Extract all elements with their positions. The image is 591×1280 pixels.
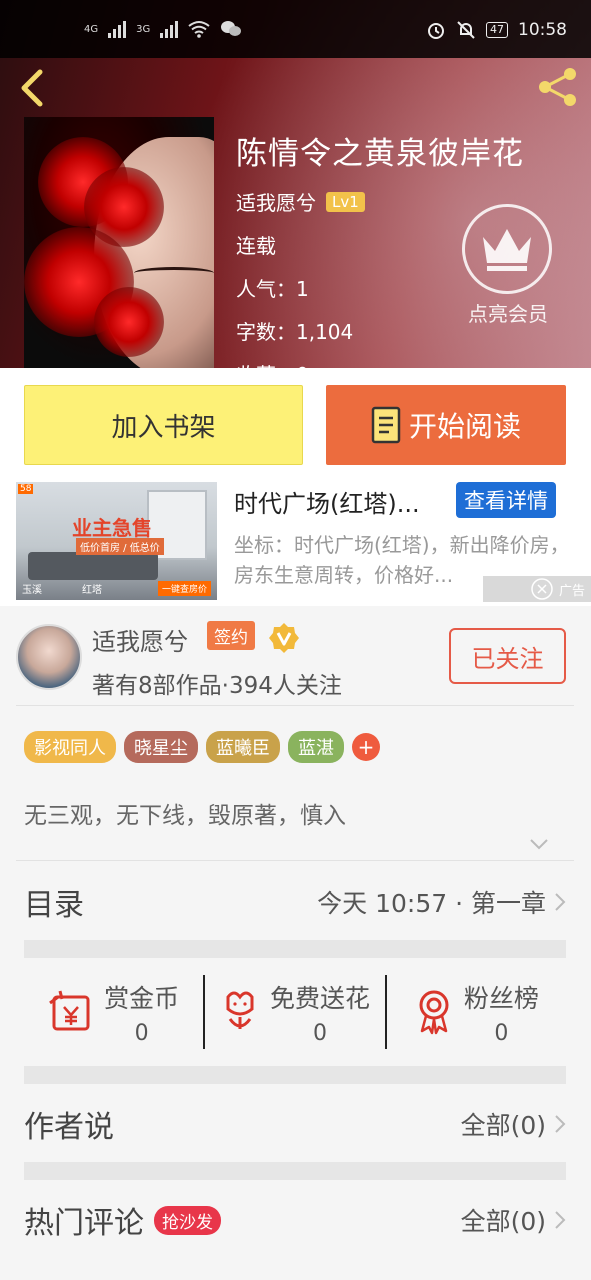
action-bar: 加入书架 开始阅读 — [0, 368, 591, 478]
reward-coins-button[interactable]: 赏金币 0 — [24, 958, 203, 1066]
crown-icon — [483, 229, 531, 271]
hot-comments-title: 热门评论 — [24, 1206, 144, 1241]
book-cover[interactable] — [24, 117, 214, 368]
status-bar: 4G 3G 47 10:58 — [0, 0, 591, 58]
reward-label: 免费送花 — [269, 983, 370, 1013]
book-header: 4G 3G 47 10:58 陈情令之黄泉彼岸花 适我愿兮 Lv1 连载 人气： — [0, 0, 591, 368]
chevron-right-icon — [555, 1211, 566, 1229]
fan-ranking-button[interactable]: 粉丝榜 0 — [387, 958, 566, 1066]
first-comment-badge: 抢沙发 — [154, 1205, 221, 1235]
add-tag-icon[interactable]: + — [352, 733, 380, 761]
reward-label: 粉丝榜 — [463, 983, 539, 1013]
tag-list: 影视同人 晓星尘 蓝曦臣 蓝湛 + — [24, 731, 380, 763]
ad-image-sub: 低价首房 / 低总价 — [76, 538, 164, 555]
hot-comments-all: 全部(0) — [460, 1207, 546, 1236]
verified-v-icon — [269, 623, 299, 653]
ad-image-location-2: 红塔 — [82, 585, 102, 596]
network-4g-label: 4G — [84, 23, 99, 35]
start-reading-label: 开始阅读 — [408, 410, 521, 443]
book-summary: 无三观，无下线，毁原著，慎入 — [24, 803, 346, 829]
wifi-icon — [188, 21, 210, 38]
author-card[interactable]: 适我愿兮 签约 著有8部作品·394人关注 已关注 — [0, 606, 591, 706]
reward-count: 0 — [312, 1020, 327, 1046]
rewards-bar: 赏金币 0 免费送花 0 粉丝榜 0 — [24, 958, 566, 1066]
clock: 10:58 — [518, 20, 567, 40]
ad-image-headline: 业主急售 — [72, 516, 152, 540]
tag-item[interactable]: 蓝曦臣 — [206, 731, 280, 763]
catalog-title: 目录 — [24, 888, 84, 923]
vip-label: 点亮会员 — [468, 302, 548, 326]
catalog-row[interactable]: 目录 今天 10:57 · 第一章 — [24, 872, 566, 932]
follow-button[interactable]: 已关注 — [449, 628, 566, 684]
tag-item[interactable]: 蓝湛 — [288, 731, 344, 763]
ad-title[interactable]: 时代广场(红塔)... — [234, 484, 449, 519]
divider — [16, 860, 574, 861]
chevron-down-icon[interactable] — [528, 836, 550, 852]
section-separator — [24, 1066, 566, 1084]
ad-image-cta: 一键查房价 — [157, 581, 211, 596]
book-title: 陈情令之黄泉彼岸花 — [236, 136, 524, 172]
signal-icon-2 — [160, 20, 179, 38]
back-arrow-icon[interactable] — [14, 66, 50, 110]
author-meta: 著有8部作品·394人关注 — [92, 673, 342, 699]
add-to-shelf-button[interactable]: 加入书架 — [24, 385, 303, 465]
tag-item[interactable]: 晓星尘 — [124, 731, 198, 763]
avatar[interactable] — [16, 624, 82, 690]
mute-bell-icon — [457, 21, 475, 39]
author-says-row[interactable]: 作者说 全部(0) — [24, 1094, 566, 1154]
ad-banner[interactable]: 58 业主急售 低价首房 / 低总价 玉溪 红塔 一键查房价 时代广场(红塔).… — [0, 478, 591, 606]
close-icon[interactable] — [531, 578, 553, 600]
send-flower-button[interactable]: 免费送花 0 — [205, 958, 384, 1066]
share-icon[interactable] — [535, 64, 581, 110]
author-says-title: 作者说 — [24, 1110, 114, 1145]
alarm-icon — [428, 23, 444, 39]
wechat-icon — [221, 21, 242, 36]
ad-image-location: 玉溪 — [22, 585, 42, 596]
ad-brand-badge: 58 — [18, 484, 34, 494]
medal-icon — [419, 990, 449, 1035]
author-says-all: 全部(0) — [460, 1111, 546, 1140]
chevron-right-icon — [555, 893, 566, 911]
level-badge: Lv1 — [326, 191, 365, 212]
author-name[interactable]: 适我愿兮 — [92, 622, 188, 657]
ad-label: 广告 — [558, 583, 585, 599]
chevron-right-icon — [555, 1115, 566, 1133]
battery-indicator: 47 — [486, 22, 508, 38]
book-favorites: 收藏：0 — [236, 359, 524, 368]
ad-image[interactable]: 58 业主急售 低价首房 / 低总价 玉溪 红塔 一键查房价 — [16, 482, 217, 600]
divider — [16, 705, 574, 706]
ad-close-area[interactable]: 广告 — [483, 576, 591, 602]
network-3g-label: 3G — [136, 23, 151, 35]
book-icon — [371, 406, 401, 444]
vip-membership-button[interactable]: 点亮会员 — [462, 204, 554, 327]
ad-detail-button[interactable]: 查看详情 — [456, 482, 556, 518]
reward-count: 0 — [134, 1020, 149, 1046]
flower-icon — [226, 991, 254, 1029]
signal-icon — [108, 20, 127, 38]
section-separator — [24, 940, 566, 958]
hot-comments-row[interactable]: 热门评论 抢沙发 全部(0) — [24, 1190, 566, 1250]
signed-badge: 签约 — [207, 621, 255, 650]
section-separator — [24, 1162, 566, 1180]
tag-item[interactable]: 影视同人 — [24, 731, 116, 763]
book-author[interactable]: 适我愿兮 — [236, 187, 316, 216]
start-reading-button[interactable]: 开始阅读 — [326, 385, 566, 465]
reward-count: 0 — [494, 1020, 509, 1046]
reward-label: 赏金币 — [104, 983, 180, 1013]
red-envelope-icon — [49, 990, 90, 1031]
latest-chapter: 今天 10:57 · 第一章 — [317, 889, 546, 918]
